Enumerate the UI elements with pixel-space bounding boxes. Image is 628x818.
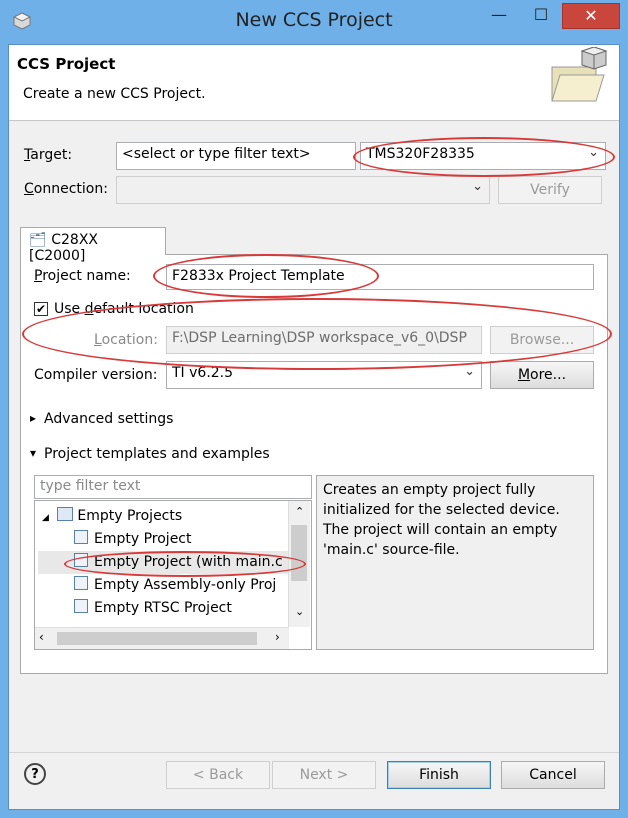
tab-c28xx[interactable]: 🗂 C28XX [C2000]: [20, 227, 166, 264]
next-button[interactable]: Next >: [272, 761, 376, 789]
tree-item-label: Empty Projects: [77, 508, 183, 524]
help-icon[interactable]: ?: [24, 763, 46, 785]
advanced-settings-toggle[interactable]: Advanced settings: [44, 411, 173, 427]
chip-icon: 🗂: [29, 232, 47, 248]
tree-item-empty-project[interactable]: Empty Project: [38, 528, 288, 551]
expander-icon[interactable]: ◢: [42, 513, 49, 523]
annotation-oval-template: [64, 551, 306, 577]
connection-combo[interactable]: ⌄: [116, 176, 490, 204]
project-icon: [74, 599, 88, 613]
collapsed-arrow-icon[interactable]: ▸: [30, 411, 36, 425]
chevron-down-icon: ⌄: [464, 364, 475, 379]
scroll-left-icon[interactable]: ‹: [39, 630, 44, 644]
expanded-arrow-icon[interactable]: ▾: [30, 446, 36, 460]
project-icon: [74, 576, 88, 590]
close-button[interactable]: ✕: [562, 3, 620, 29]
folder-wizard-icon: [551, 47, 608, 102]
header-title: CCS Project: [17, 55, 116, 73]
tree-item-empty-assembly[interactable]: Empty Assembly-only Proj: [38, 574, 288, 597]
maximize-button[interactable]: ☐: [524, 3, 558, 29]
compiler-version-label: Compiler version:: [34, 367, 158, 383]
cancel-button[interactable]: Cancel: [501, 761, 605, 789]
more-button[interactable]: More...: [490, 361, 594, 389]
tree-item-empty-rtsc[interactable]: Empty RTSC Project: [38, 597, 288, 620]
project-name-label: Project name:: [34, 268, 131, 284]
project-templates-toggle[interactable]: Project templates and examples: [44, 446, 270, 462]
tree-item-label: Empty Assembly-only Proj: [94, 577, 277, 593]
tree-item-label: Empty RTSC Project: [94, 600, 232, 616]
back-button[interactable]: < Back: [166, 761, 270, 789]
connection-label: Connection:: [24, 181, 108, 197]
tree-item-empty-projects[interactable]: ◢ Empty Projects: [38, 505, 288, 528]
header-description: Create a new CCS Project.: [23, 86, 206, 102]
minimize-button[interactable]: —: [482, 3, 516, 29]
folder-icon: [57, 507, 74, 521]
annotation-oval-location: [22, 298, 612, 370]
target-label: Target:: [24, 147, 73, 163]
scroll-thumb-h[interactable]: [57, 632, 257, 645]
verify-button[interactable]: Verify: [498, 176, 602, 204]
annotation-oval-project-name: [153, 254, 379, 298]
annotation-oval-target: [353, 137, 615, 177]
scroll-up-icon[interactable]: ⌃: [295, 505, 304, 518]
project-icon: [74, 530, 88, 544]
use-default-location-checkbox[interactable]: ✔: [34, 302, 48, 316]
scroll-right-icon[interactable]: ›: [275, 630, 280, 644]
footer-separator: [9, 752, 619, 753]
chevron-down-icon: ⌄: [472, 179, 483, 194]
finish-button[interactable]: Finish: [387, 761, 491, 789]
tree-horizontal-scrollbar[interactable]: ‹ ›: [35, 627, 289, 649]
scroll-down-icon[interactable]: ⌄: [295, 605, 304, 618]
templates-filter-input[interactable]: type filter text: [34, 475, 312, 499]
tree-item-label: Empty Project: [94, 531, 192, 547]
template-description: Creates an empty project fully initializ…: [316, 475, 594, 650]
scroll-thumb[interactable]: [291, 525, 307, 581]
target-filter-input[interactable]: <select or type filter text>: [116, 142, 356, 170]
